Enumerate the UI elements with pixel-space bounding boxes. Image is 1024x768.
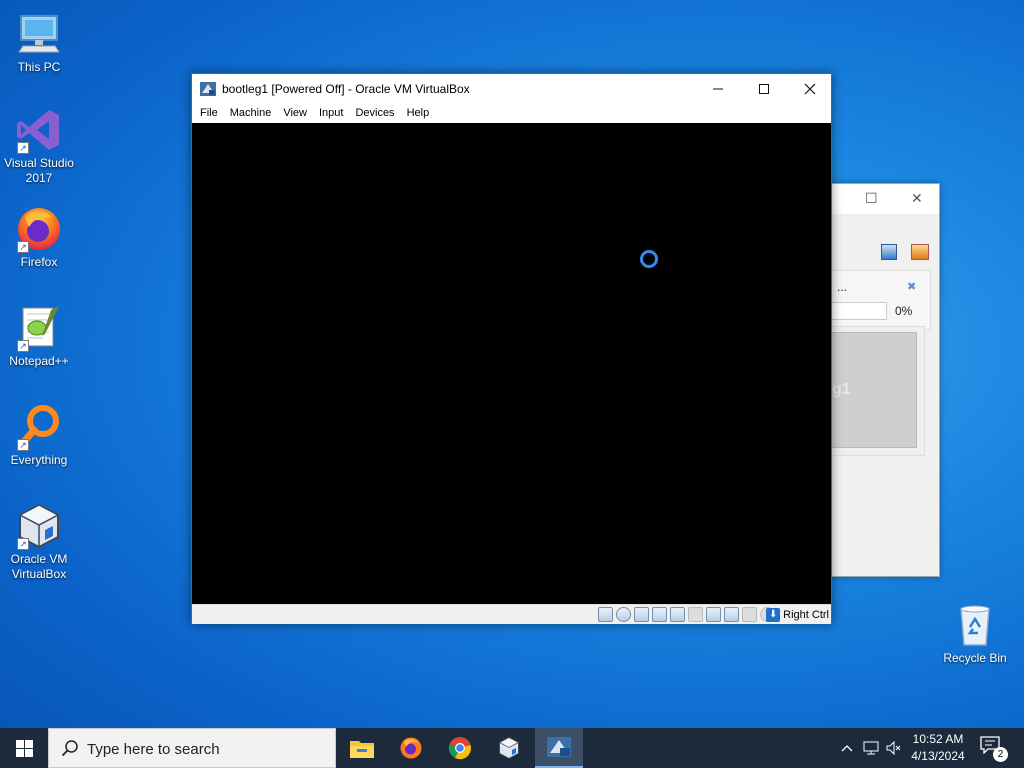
desktop-icon-label: Firefox	[20, 255, 58, 269]
clock-time: 10:52 AM	[912, 732, 964, 746]
menu-machine[interactable]: Machine	[225, 104, 279, 123]
task-progress-percent: 0%	[895, 304, 913, 318]
virtualbox-xp-icon	[200, 81, 216, 97]
recycle-bin-icon	[951, 601, 999, 649]
shortcut-arrow-icon: ↗	[17, 340, 29, 352]
desktop-icon-virtualbox[interactable]: ↗ Oracle VM VirtualBox	[1, 502, 77, 582]
shortcut-arrow-icon: ↗	[17, 241, 29, 253]
taskbar-chrome[interactable]	[436, 728, 484, 768]
taskbar: 10:52 AM 4/13/2024 2	[0, 728, 1024, 768]
host-key-indicator[interactable]: ⬇ Right Ctrl	[766, 608, 829, 622]
display-icon[interactable]	[706, 607, 721, 622]
manager-toolbar	[831, 236, 939, 272]
taskbar-virtualbox[interactable]	[485, 728, 533, 768]
maximize-button[interactable]	[741, 74, 787, 104]
firefox-icon: ↗	[15, 205, 63, 253]
vm-display[interactable]	[192, 123, 831, 604]
vm-menubar: File Machine View Input Devices Help	[192, 104, 831, 123]
vm-preview-label: g1	[832, 381, 851, 398]
desktop-icon-label: This PC	[17, 60, 61, 74]
start-button[interactable]	[0, 728, 48, 768]
desktop-icon-firefox[interactable]: ↗ Firefox	[1, 205, 77, 270]
minimize-icon	[713, 88, 723, 90]
loading-spinner-icon	[640, 250, 658, 268]
task-status-text: ...	[837, 280, 848, 294]
desktop-icon-everything[interactable]: ↗ Everything	[1, 403, 77, 468]
notepadpp-icon: ↗	[15, 304, 63, 352]
maximize-icon	[759, 84, 769, 94]
vm-window[interactable]: bootleg1 [Powered Off] - Oracle VM Virtu…	[191, 73, 832, 624]
taskbar-search[interactable]	[48, 728, 336, 768]
notification-count-badge: 2	[993, 747, 1008, 762]
host-key-label: Right Ctrl	[783, 609, 829, 621]
vm-statusbar: ⬇ Right Ctrl	[192, 604, 831, 624]
menu-file[interactable]: File	[195, 104, 225, 123]
virtualization-icon[interactable]	[742, 607, 757, 622]
monitor-icon	[15, 10, 63, 58]
clock-date: 4/13/2024	[911, 749, 965, 763]
desktop-icon-this-pc[interactable]: This PC	[1, 10, 77, 75]
shared-folders-icon[interactable]	[688, 607, 703, 622]
recording-icon[interactable]	[724, 607, 739, 622]
progress-panel	[831, 270, 931, 330]
menu-help[interactable]: Help	[402, 104, 437, 123]
chrome-icon	[448, 737, 471, 760]
virtualbox-cube-icon: ↗	[15, 502, 63, 550]
desktop-icon-label: Notepad++	[9, 354, 69, 368]
virtualbox-xp-icon	[547, 737, 571, 757]
menu-input[interactable]: Input	[314, 104, 350, 123]
details-tool-icon[interactable]	[881, 244, 897, 260]
task-progress-bar	[831, 302, 887, 320]
vm-window-title: bootleg1 [Powered Off] - Oracle VM Virtu…	[222, 82, 470, 96]
manager-titlebar[interactable]: ☐ ✕	[831, 184, 939, 214]
usb-icon[interactable]	[670, 607, 685, 622]
snapshots-tool-icon[interactable]	[911, 244, 929, 260]
windows-logo-icon	[15, 739, 33, 757]
chevron-up-icon	[841, 745, 853, 752]
desktop-icon-label: Everything	[10, 453, 68, 467]
menu-view[interactable]: View	[278, 104, 314, 123]
vm-preview: g1	[831, 332, 917, 448]
desktop-icon-label: Recycle Bin	[943, 651, 1007, 665]
maximize-icon[interactable]: ☐	[865, 190, 878, 207]
menu-devices[interactable]: Devices	[350, 104, 401, 123]
close-icon[interactable]: ✕	[911, 190, 923, 207]
taskbar-clock[interactable]: 10:52 AM 4/13/2024	[904, 731, 972, 765]
cancel-task-icon[interactable]: ✖	[907, 280, 916, 293]
keyboard-capture-icon: ⬇	[766, 608, 781, 622]
volume-muted-icon	[886, 741, 901, 755]
close-icon	[804, 83, 816, 95]
network-tray-button[interactable]	[860, 728, 882, 768]
volume-tray-button[interactable]	[884, 728, 904, 768]
hard-disk-icon[interactable]	[598, 607, 613, 622]
visual-studio-icon: ↗	[15, 106, 63, 154]
network-icon	[863, 741, 879, 755]
virtualbox-manager-window[interactable]: ☐ ✕ ... ✖ 0% g1	[830, 183, 940, 577]
taskbar-vm-window[interactable]	[535, 728, 583, 768]
minimize-button[interactable]	[695, 74, 741, 104]
vm-window-titlebar[interactable]: bootleg1 [Powered Off] - Oracle VM Virtu…	[192, 74, 831, 104]
optical-drive-icon[interactable]	[616, 607, 631, 622]
close-button[interactable]	[787, 74, 833, 104]
taskbar-firefox[interactable]	[387, 728, 435, 768]
shortcut-arrow-icon: ↗	[17, 538, 29, 550]
shortcut-arrow-icon: ↗	[17, 142, 29, 154]
desktop-icon-notepadpp[interactable]: ↗ Notepad++	[1, 304, 77, 369]
everything-search-icon: ↗	[15, 403, 63, 451]
folder-icon	[350, 741, 374, 758]
audio-icon[interactable]	[634, 607, 649, 622]
firefox-icon	[400, 737, 422, 759]
taskbar-file-explorer[interactable]	[338, 728, 386, 768]
virtualbox-cube-icon	[498, 736, 520, 760]
desktop-icon-label: Oracle VM VirtualBox	[10, 552, 68, 581]
search-icon	[61, 740, 78, 757]
show-hidden-icons-button[interactable]	[838, 728, 856, 768]
action-center-button[interactable]: 2	[980, 736, 1008, 762]
desktop-icon-recycle-bin[interactable]: Recycle Bin	[937, 601, 1013, 666]
search-input[interactable]	[87, 738, 327, 760]
desktop-icon-visual-studio[interactable]: ↗ Visual Studio 2017	[1, 106, 77, 186]
desktop-icon-label: Visual Studio 2017	[4, 156, 74, 185]
network-icon[interactable]	[652, 607, 667, 622]
shortcut-arrow-icon: ↗	[17, 439, 29, 451]
